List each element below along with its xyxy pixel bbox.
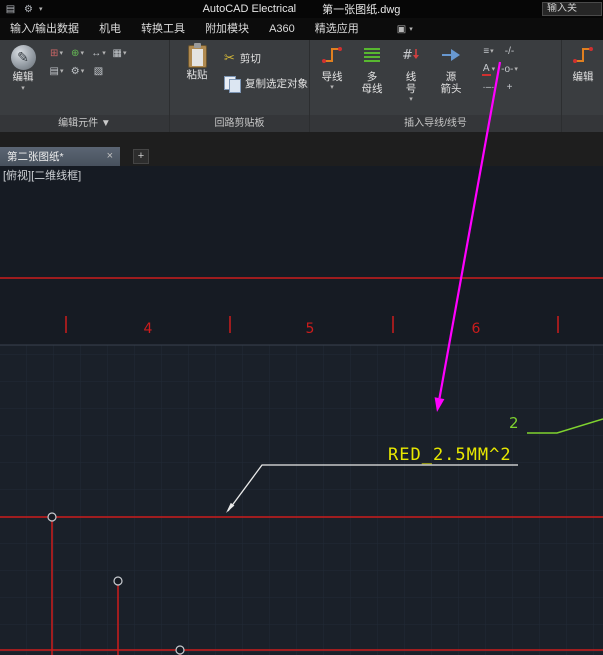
edit-wire-button[interactable]: 编辑 <box>565 42 601 110</box>
grid <box>0 344 603 655</box>
wire-tools-row3: ·–· + <box>480 80 518 95</box>
ribbon: ✎ 编辑 ⊞ ⊕ ↔ ▦ ▤ ⚙ ▧ <box>0 40 603 132</box>
component-settings-icon[interactable]: ⚙ <box>69 64 86 79</box>
wire-number-text[interactable]: 2 <box>509 414 519 432</box>
app-title: AutoCAD Electrical <box>202 3 297 15</box>
wire-number-icon: # <box>400 44 422 71</box>
drawing-tab-active[interactable]: 第二张图纸* × <box>0 147 120 166</box>
drawing-tab-bar: 第二张图纸* × + <box>0 132 603 166</box>
chevron-down-icon <box>409 96 413 103</box>
wire-number-button[interactable]: # 线 号 <box>394 42 428 110</box>
tab-add-ins[interactable]: 附加模块 <box>195 18 259 40</box>
ribbon-options-control[interactable]: ▣ <box>397 24 413 35</box>
close-tab-icon[interactable]: × <box>107 151 113 162</box>
tab-conversion-tools[interactable]: 转换工具 <box>131 18 195 40</box>
attribute-tools-icon[interactable]: ▦ <box>111 46 128 61</box>
wire-icon <box>321 44 343 71</box>
title-bar: ▤ ⚙ AutoCAD Electrical 第一张图纸.dwg 输入关 <box>0 0 603 18</box>
wire-tools-row2: A -o- <box>480 62 518 77</box>
ruler-numbers: 4 5 6 <box>144 321 481 337</box>
swap-block-icon[interactable]: ↔ <box>90 46 107 61</box>
circuit-builder-icon[interactable]: ▤ <box>48 64 65 79</box>
panel-label-insert-wires[interactable]: 插入导线/线号 <box>310 115 561 132</box>
new-drawing-tab-button[interactable]: + <box>133 149 149 164</box>
panel-edit-components: ✎ 编辑 ⊞ ⊕ ↔ ▦ ▤ ⚙ ▧ <box>0 40 170 132</box>
wire-color-label-icon[interactable]: A <box>480 62 497 77</box>
cad-graphics[interactable]: [俯视][二维线框] 4 5 6 2 RED_2.5MM^2 <box>0 166 603 655</box>
copy-icon <box>224 76 241 93</box>
internal-jumper-icon[interactable]: ⊞ <box>48 46 65 61</box>
panel-label-edit-components[interactable]: 编辑元件 ▼ <box>0 115 169 132</box>
help-search-input[interactable]: 输入关 <box>542 2 602 16</box>
chevron-down-icon <box>21 85 25 92</box>
multiple-bus-button[interactable]: 多 母线 <box>354 42 390 110</box>
document-title: 第一张图纸.dwg <box>322 4 401 16</box>
chevron-down-icon <box>409 26 413 33</box>
drawing-tab-label: 第二张图纸* <box>7 151 64 163</box>
edit-wire-icon <box>572 44 594 71</box>
cut-button[interactable]: ✂ 剪切 <box>224 50 261 66</box>
edit-pencil-icon: ✎ <box>10 45 36 70</box>
paste-button[interactable]: 粘贴 <box>178 42 216 110</box>
tab-import-export[interactable]: 输入/输出数据 <box>0 18 89 40</box>
add-terminal-icon[interactable]: ⊕ <box>69 46 86 61</box>
tab-a360[interactable]: A360 <box>259 18 305 40</box>
panel-label-edit-wires[interactable] <box>562 115 603 132</box>
panel-label-circuit-clipboard[interactable]: 回路剪贴板 <box>170 115 309 132</box>
edit-component-tools-row2: ▤ ⚙ ▧ <box>48 64 128 79</box>
copy-selected-button[interactable]: 复制选定对象 <box>224 76 308 93</box>
viewport-controls-label[interactable]: [俯视][二维线框] <box>3 168 81 182</box>
ruler-number-6: 6 <box>472 321 481 337</box>
tab-featured-apps[interactable]: 精选应用 <box>305 18 369 40</box>
stretch-wire-icon[interactable]: + <box>501 80 518 95</box>
wire-type-icon[interactable]: ≡ <box>480 44 497 59</box>
toggle-nc-no-icon[interactable]: ▧ <box>90 64 107 79</box>
add-rung-icon[interactable]: ·–· <box>480 80 497 95</box>
window-title: AutoCAD Electrical 第一张图纸.dwg <box>0 0 603 18</box>
multiple-bus-icon <box>361 44 383 71</box>
edit-component-tools-row: ⊞ ⊕ ↔ ▦ <box>48 46 128 61</box>
panel-insert-wires: 导线 多 母线 # 线 号 <box>310 40 562 132</box>
ruler-number-4: 4 <box>144 321 153 337</box>
clipboard-icon <box>187 43 207 68</box>
svg-text:#: # <box>402 48 413 63</box>
wire-tools-row1: ≡ -/- <box>480 44 518 59</box>
trim-wire-icon[interactable]: -/- <box>501 44 518 59</box>
tab-electromechanical[interactable]: 机电 <box>89 18 131 40</box>
source-arrow-icon <box>440 44 462 71</box>
ribbon-tab-bar: 输入/输出数据 机电 转换工具 附加模块 A360 精选应用 ▣ <box>0 18 603 40</box>
edit-component-button[interactable]: ✎ 编辑 <box>4 42 42 110</box>
autocad-window: ▤ ⚙ AutoCAD Electrical 第一张图纸.dwg 输入关 输入/… <box>0 0 603 655</box>
drawing-border[interactable] <box>0 277 603 333</box>
panel-circuit-clipboard: 粘贴 ✂ 剪切 复制选定对象 回路剪贴板 <box>170 40 310 132</box>
wire-gauge-label[interactable]: RED_2.5MM^2 <box>388 445 512 465</box>
scissors-icon: ✂ <box>224 50 235 65</box>
panel-edit-wires: 编辑 <box>562 40 603 132</box>
ribbon-display-icon: ▣ <box>396 23 407 35</box>
insert-wire-button[interactable]: 导线 <box>314 42 350 110</box>
insert-gap-icon[interactable]: -o- <box>501 62 518 77</box>
source-arrow-button[interactable]: 源 箭头 <box>432 42 470 110</box>
chevron-down-icon <box>330 84 334 91</box>
ruler-number-5: 5 <box>306 321 315 337</box>
drawing-canvas[interactable]: [俯视][二维线框] 4 5 6 2 RED_2.5MM^2 <box>0 166 603 655</box>
